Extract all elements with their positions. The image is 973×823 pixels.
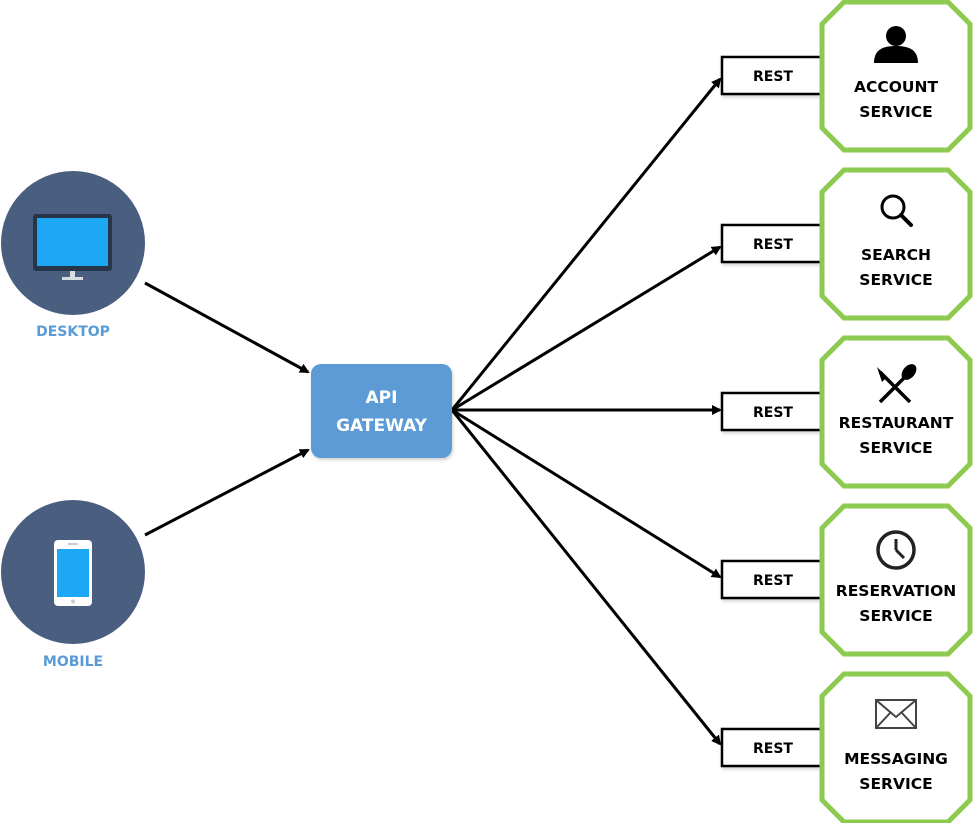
protocol-box-account: REST: [720, 55, 826, 96]
service-label-line1: SEARCH: [861, 246, 931, 264]
client-label-mobile: MOBILE: [43, 654, 103, 670]
service-octagon: [819, 503, 973, 657]
protocol-label: REST: [753, 573, 793, 589]
service-label-line2: SERVICE: [859, 271, 932, 289]
edge-gateway-search: [451, 245, 722, 412]
edge-gateway-reservation: [451, 408, 722, 579]
client-mobile[interactable]: MOBILE: [1, 500, 145, 670]
service-messaging[interactable]: REST MESSAGING SERVICE: [720, 671, 973, 823]
protocol-label: REST: [753, 69, 793, 85]
service-label-line2: SERVICE: [859, 103, 932, 121]
protocol-box-messaging: REST: [720, 727, 826, 768]
mobile-phone-icon: [54, 540, 92, 606]
service-label-line1: MESSAGING: [844, 750, 948, 768]
service-octagon: [819, 0, 973, 153]
edge-mobile-gateway: [144, 448, 310, 537]
desktop-monitor-icon: [33, 214, 112, 280]
service-label-line2: SERVICE: [859, 439, 932, 457]
service-label-line1: ACCOUNT: [854, 78, 938, 96]
protocol-label: REST: [753, 405, 793, 421]
service-restaurant[interactable]: REST RESTAURANT SERVICE: [720, 335, 973, 489]
gateway-label-line1: API: [366, 388, 398, 408]
gateway-box: [311, 364, 452, 458]
edge-desktop-gateway: [144, 281, 310, 374]
protocol-label: REST: [753, 237, 793, 253]
client-desktop[interactable]: DESKTOP: [1, 171, 145, 340]
protocol-box-reservation: REST: [720, 559, 826, 600]
service-label-line1: RESTAURANT: [839, 414, 954, 432]
protocol-label: REST: [753, 741, 793, 757]
api-gateway[interactable]: API GATEWAY: [311, 364, 452, 458]
service-search[interactable]: REST SEARCH SERVICE: [720, 167, 973, 321]
protocol-box-restaurant: REST: [720, 391, 826, 432]
envelope-icon: [875, 699, 917, 729]
service-label-line2: SERVICE: [859, 775, 932, 793]
service-account[interactable]: REST ACCOUNT SERVICE: [720, 0, 973, 153]
architecture-diagram: DESKTOP MOBILE API GATEWAY REST ACCOUNT …: [1, 0, 973, 823]
gateway-label-line2: GATEWAY: [336, 416, 428, 436]
services-layer: REST ACCOUNT SERVICE REST SEARCH SERVICE…: [720, 0, 973, 823]
edge-gateway-account: [450, 77, 722, 411]
service-octagon: [819, 671, 973, 823]
protocol-box-search: REST: [720, 223, 826, 264]
service-octagon: [819, 335, 973, 489]
edge-gateway-messaging: [450, 409, 722, 746]
service-reservation[interactable]: REST RESERVATION SERVICE: [720, 503, 973, 657]
service-label-line1: RESERVATION: [836, 582, 956, 600]
service-octagon: [819, 167, 973, 321]
service-label-line2: SERVICE: [859, 607, 932, 625]
client-label-desktop: DESKTOP: [36, 324, 110, 340]
